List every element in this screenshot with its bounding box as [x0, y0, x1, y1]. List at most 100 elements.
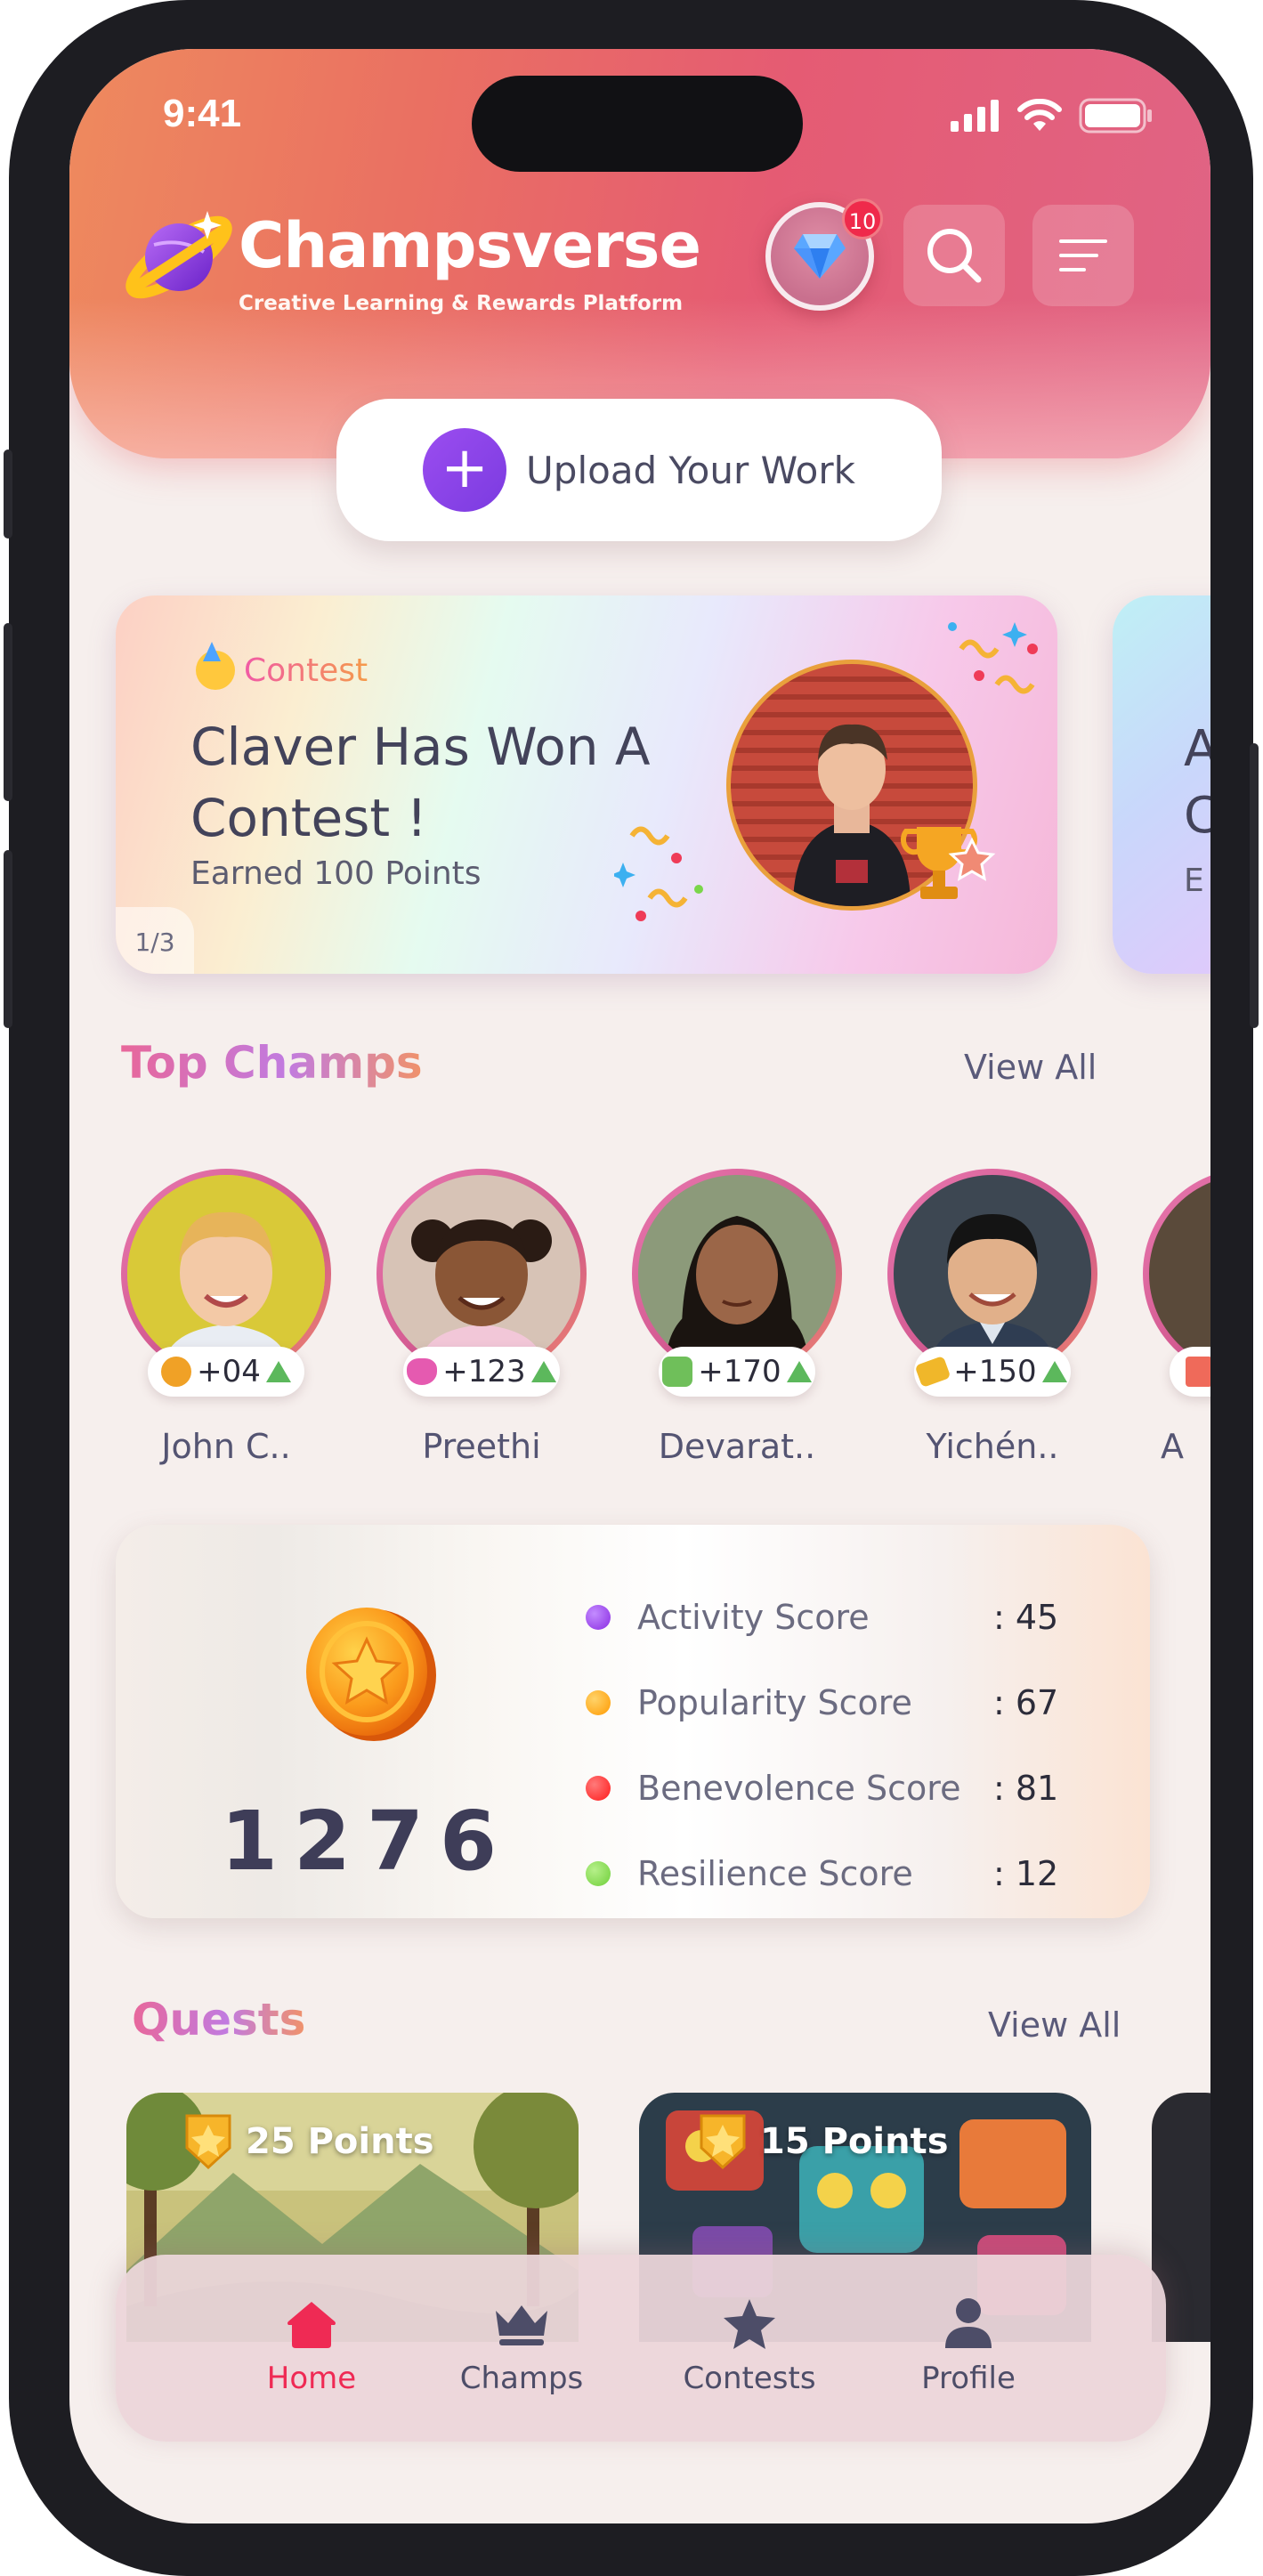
- trend-up-icon: [1041, 1361, 1067, 1382]
- score-row: Activity Score : 45: [586, 1591, 1120, 1644]
- status-time: 9:41: [163, 92, 242, 135]
- upload-work-button[interactable]: + Upload Your Work: [336, 399, 942, 541]
- champ-score-pill: +170: [659, 1347, 815, 1397]
- menu-button[interactable]: [1032, 205, 1134, 306]
- side-button: [4, 623, 12, 801]
- wifi-icon: [1017, 99, 1062, 131]
- champ-name: Preethi: [422, 1427, 541, 1466]
- status-icons: [951, 98, 1154, 134]
- contest-card-next[interactable]: A C E: [1113, 595, 1210, 974]
- nav-label: Profile: [921, 2361, 1016, 2396]
- champ-card[interactable]: A: [1143, 1169, 1210, 1466]
- top-champs-view-all[interactable]: View All: [964, 1048, 1097, 1087]
- search-button[interactable]: [903, 205, 1005, 306]
- champ-card[interactable]: +04 John C..: [121, 1169, 335, 1466]
- popularity-score-dot: [586, 1690, 611, 1715]
- side-button: [1250, 743, 1259, 1028]
- contest-tag: Contest: [196, 642, 368, 690]
- party-face-icon: [196, 642, 235, 690]
- star-coin-icon: [306, 1608, 436, 1741]
- nav-home[interactable]: Home: [231, 2295, 392, 2396]
- quests-title: Quests: [132, 1994, 306, 2045]
- trend-up-icon: [530, 1361, 556, 1382]
- score-value: : 67: [993, 1683, 1059, 1722]
- diamond-icon: [794, 234, 846, 279]
- score-label: Activity Score: [637, 1598, 870, 1637]
- top-champs-title: Top Champs: [121, 1037, 423, 1089]
- signal-icon: [951, 100, 999, 132]
- nav-contests[interactable]: Contests: [669, 2295, 830, 2396]
- score-row: Resilience Score : 12: [586, 1847, 1120, 1900]
- nav-label: Home: [266, 2361, 357, 2396]
- score-label: Popularity Score: [637, 1683, 912, 1722]
- total-points: 1276: [221, 1794, 514, 1889]
- trend-up-icon: [265, 1361, 291, 1382]
- champ-score-pill: +123: [403, 1347, 560, 1397]
- person-icon: [945, 2298, 992, 2348]
- plus-icon: +: [423, 428, 507, 512]
- trophy-icon: [901, 827, 996, 899]
- star-shield-icon: [185, 2114, 231, 2170]
- quest-points: 15 Points: [760, 2121, 949, 2162]
- champ-name: Yichén..: [926, 1427, 1059, 1466]
- champ-card[interactable]: +150 Yichén..: [887, 1169, 1101, 1466]
- planet-logo-icon: [125, 211, 232, 299]
- score-label: Resilience Score: [637, 1854, 913, 1893]
- side-button: [4, 850, 12, 1028]
- contest-title: Claver Has Won A Contest !: [190, 717, 651, 848]
- champ-name: Devarat..: [658, 1427, 816, 1466]
- battery-icon: [1079, 98, 1152, 134]
- benevolence-score-dot: [586, 1776, 611, 1801]
- crown-icon: [496, 2305, 547, 2345]
- champ-score-pill: +04: [148, 1347, 304, 1397]
- contest-title-partial: C: [1184, 787, 1210, 845]
- contest-subtitle: Earned 100 Points: [190, 855, 482, 892]
- upload-label: Upload Your Work: [526, 448, 855, 492]
- champ-score-pill: [1170, 1347, 1210, 1397]
- champ-score: +04: [197, 1354, 261, 1389]
- brand-tagline: Creative Learning & Rewards Platform: [239, 292, 684, 315]
- score-label: Benevolence Score: [637, 1769, 961, 1808]
- quest-points-badge: 15 Points: [698, 2112, 949, 2171]
- contest-subtitle-partial: E: [1184, 863, 1204, 899]
- phone-frame: 9:41 Champsverse Creative Learning & Rew…: [4, 0, 1259, 2576]
- trend-up-icon: [786, 1361, 812, 1382]
- nav-label: Champs: [459, 2361, 584, 2396]
- score-row: Benevolence Score : 81: [586, 1762, 1120, 1815]
- quests-view-all[interactable]: View All: [988, 2005, 1121, 2045]
- resilience-score-dot: [586, 1861, 611, 1886]
- star-badge-icon: [662, 1357, 693, 1387]
- champ-name: John C..: [161, 1427, 291, 1466]
- score-value: : 12: [993, 1854, 1059, 1893]
- champ-name: A: [1161, 1427, 1184, 1466]
- contest-title-partial: A: [1184, 720, 1210, 778]
- notification-badge: 10: [842, 198, 883, 239]
- bottom-navigation: Home Champs Contests Profile: [116, 2255, 1166, 2442]
- score-value: : 45: [993, 1598, 1059, 1637]
- side-button: [4, 450, 12, 539]
- champ-score: +170: [698, 1354, 781, 1389]
- score-value: : 81: [993, 1769, 1059, 1808]
- app-screen: 9:41 Champsverse Creative Learning & Rew…: [69, 49, 1210, 2523]
- butterfly-badge-icon: [407, 1358, 438, 1385]
- activity-score-dot: [586, 1605, 611, 1630]
- contest-tag-label: Contest: [244, 652, 368, 689]
- contest-card[interactable]: Contest Claver Has Won A Contest ! Earne…: [116, 595, 1057, 974]
- quest-points: 25 Points: [246, 2121, 434, 2162]
- champ-score-pill: +150: [914, 1347, 1071, 1397]
- menu-icon: [1059, 239, 1107, 271]
- home-icon: [287, 2302, 336, 2348]
- nav-profile[interactable]: Profile: [888, 2295, 1048, 2396]
- champ-score: +123: [442, 1354, 526, 1389]
- champ-card[interactable]: +170 Devarat..: [632, 1169, 846, 1466]
- nav-label: Contests: [683, 2361, 816, 2396]
- star-icon: [724, 2299, 775, 2349]
- lion-badge-icon: [161, 1357, 192, 1387]
- quest-points-badge: 25 Points: [183, 2112, 434, 2171]
- nav-champs[interactable]: Champs: [441, 2295, 602, 2396]
- search-icon: [927, 229, 982, 283]
- ticket-badge-icon: [914, 1355, 951, 1389]
- champ-card[interactable]: +123 Preethi: [376, 1169, 590, 1466]
- confetti-icon: [948, 622, 1038, 694]
- dynamic-island: [472, 76, 803, 172]
